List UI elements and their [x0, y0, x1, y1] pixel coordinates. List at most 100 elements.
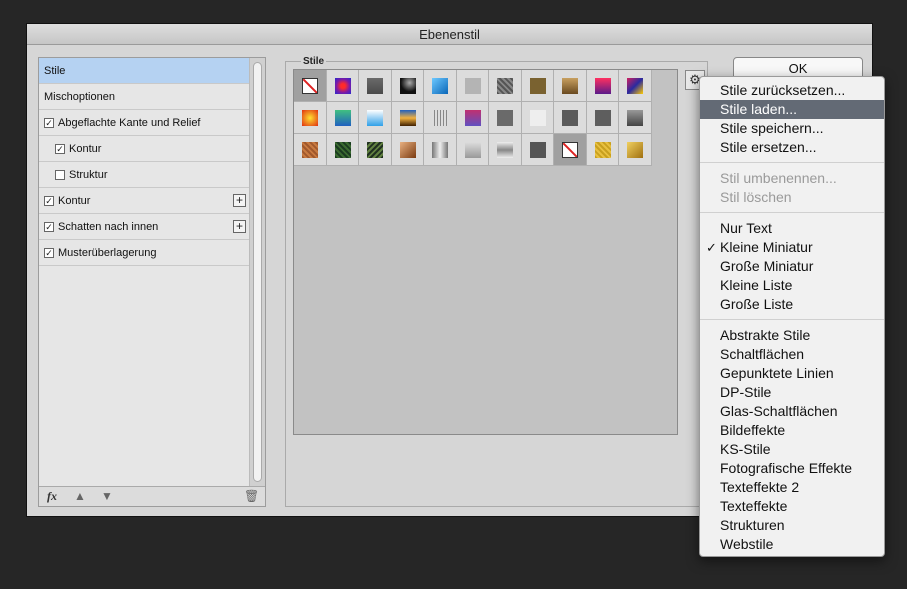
- style-swatch[interactable]: [294, 134, 327, 166]
- style-swatch[interactable]: [391, 102, 424, 134]
- menu-item[interactable]: Texteffekte: [700, 497, 884, 516]
- style-swatch[interactable]: [619, 102, 652, 134]
- style-swatch[interactable]: [554, 70, 587, 102]
- style-swatch[interactable]: [521, 70, 554, 102]
- style-swatch[interactable]: [294, 70, 327, 102]
- menu-item[interactable]: ✓ Kleine Miniatur: [700, 238, 884, 257]
- fx-icon[interactable]: fx: [47, 489, 57, 504]
- scrollbar-thumb[interactable]: [253, 62, 262, 482]
- effect-row[interactable]: ✓ Musterüberlagerung: [39, 240, 250, 266]
- style-swatch[interactable]: [456, 70, 489, 102]
- effect-checkbox[interactable]: [55, 169, 65, 180]
- style-swatch[interactable]: [586, 134, 619, 166]
- swatch-preview: [432, 110, 448, 126]
- menu-item[interactable]: Kleine Liste: [700, 276, 884, 295]
- style-swatch[interactable]: [424, 70, 457, 102]
- effect-checkbox[interactable]: ✓: [44, 195, 54, 206]
- effect-label: Mischoptionen: [44, 90, 115, 103]
- effect-checkbox[interactable]: ✓: [55, 143, 65, 154]
- effect-checkbox[interactable]: ✓: [44, 117, 54, 128]
- menu-item[interactable]: Schaltflächen: [700, 345, 884, 364]
- menu-item[interactable]: Stile ersetzen...: [700, 138, 884, 157]
- swatch-preview: [594, 78, 611, 94]
- style-swatch[interactable]: [326, 102, 359, 134]
- effect-label: Musterüberlagerung: [58, 246, 157, 259]
- menu-item-label: Bildeffekte: [720, 422, 786, 438]
- menu-item-label: Große Miniatur: [720, 258, 814, 274]
- style-swatch[interactable]: [359, 134, 392, 166]
- style-swatch[interactable]: [521, 134, 554, 166]
- style-swatch[interactable]: [586, 70, 619, 102]
- arrow-up-icon[interactable]: ▲: [74, 489, 86, 503]
- effect-row[interactable]: ✓ Schatten nach innen +: [39, 214, 250, 240]
- trash-icon[interactable]: 🗑: [244, 489, 259, 503]
- style-swatch[interactable]: [391, 70, 424, 102]
- effect-row[interactable]: ✓ Abgeflachte Kante und Relief: [39, 110, 250, 136]
- effects-scrollbar[interactable]: [249, 58, 265, 488]
- swatch-grid: [294, 70, 652, 166]
- effect-row[interactable]: ✓ Kontur: [39, 136, 250, 162]
- style-swatch[interactable]: [294, 102, 327, 134]
- menu-item[interactable]: Nur Text: [700, 219, 884, 238]
- menu-item[interactable]: KS-Stile: [700, 440, 884, 459]
- style-swatch[interactable]: [359, 102, 392, 134]
- effect-label: Abgeflachte Kante und Relief: [58, 116, 201, 129]
- style-swatch[interactable]: [456, 134, 489, 166]
- menu-item-label: Nur Text: [720, 220, 772, 236]
- effect-label: Kontur: [58, 194, 91, 207]
- swatch-preview: [594, 142, 611, 158]
- style-swatch[interactable]: [489, 134, 522, 166]
- style-swatch[interactable]: [619, 70, 652, 102]
- add-effect-icon[interactable]: +: [233, 220, 246, 233]
- effect-checkbox[interactable]: ✓: [44, 221, 54, 232]
- menu-item[interactable]: Bildeffekte: [700, 421, 884, 440]
- style-swatch[interactable]: [586, 102, 619, 134]
- menu-item[interactable]: Strukturen: [700, 516, 884, 535]
- style-swatch[interactable]: [456, 102, 489, 134]
- menu-item-label: Stil umbenennen...: [720, 170, 837, 186]
- style-swatch[interactable]: [424, 134, 457, 166]
- menu-item-label: Texteffekte 2: [720, 479, 800, 495]
- menu-item[interactable]: Texteffekte 2: [700, 478, 884, 497]
- style-swatch[interactable]: [619, 134, 652, 166]
- styles-context-menu: Stile zurücksetzen... Stile laden... Stile…: [699, 76, 885, 557]
- effect-row[interactable]: Struktur: [39, 162, 250, 188]
- menu-item[interactable]: Stile zurücksetzen...: [700, 81, 884, 100]
- menu-item[interactable]: Große Miniatur: [700, 257, 884, 276]
- menu-item[interactable]: Abstrakte Stile: [700, 326, 884, 345]
- effect-checkbox[interactable]: ✓: [44, 247, 54, 258]
- style-swatch[interactable]: [521, 102, 554, 134]
- style-swatch[interactable]: [489, 70, 522, 102]
- add-effect-icon[interactable]: +: [233, 194, 246, 207]
- style-swatch[interactable]: [554, 134, 587, 166]
- menu-item[interactable]: DP-Stile: [700, 383, 884, 402]
- styles-swatch-area[interactable]: [293, 69, 678, 435]
- style-swatch[interactable]: [424, 102, 457, 134]
- menu-separator: [700, 212, 884, 213]
- swatch-preview: [334, 142, 351, 158]
- menu-item[interactable]: Große Liste: [700, 295, 884, 314]
- effect-label: Struktur: [69, 168, 108, 181]
- swatch-preview: [464, 142, 481, 158]
- menu-item[interactable]: Fotografische Effekte: [700, 459, 884, 478]
- style-swatch[interactable]: [326, 134, 359, 166]
- style-swatch[interactable]: [391, 134, 424, 166]
- menu-item[interactable]: Gepunktete Linien: [700, 364, 884, 383]
- menu-item[interactable]: Webstile: [700, 535, 884, 554]
- effect-row[interactable]: ✓ Kontur +: [39, 188, 250, 214]
- arrow-down-icon[interactable]: ▼: [101, 489, 113, 503]
- style-swatch[interactable]: [359, 70, 392, 102]
- style-swatch[interactable]: [554, 102, 587, 134]
- menu-item-label: Strukturen: [720, 517, 785, 533]
- effect-row[interactable]: Stile: [39, 58, 250, 84]
- effect-label: Stile: [44, 64, 66, 77]
- menu-item[interactable]: Stile laden...: [700, 100, 884, 119]
- menu-item[interactable]: Stile speichern...: [700, 119, 884, 138]
- swatch-preview: [367, 110, 383, 126]
- effects-panel: Stile Mischoptionen ✓ Abgeflachte Kante und…: [38, 57, 266, 507]
- style-swatch[interactable]: [326, 70, 359, 102]
- style-swatch[interactable]: [489, 102, 522, 134]
- menu-item[interactable]: Glas-Schaltflächen: [700, 402, 884, 421]
- swatch-preview: [432, 142, 448, 158]
- effect-row[interactable]: Mischoptionen: [39, 84, 250, 110]
